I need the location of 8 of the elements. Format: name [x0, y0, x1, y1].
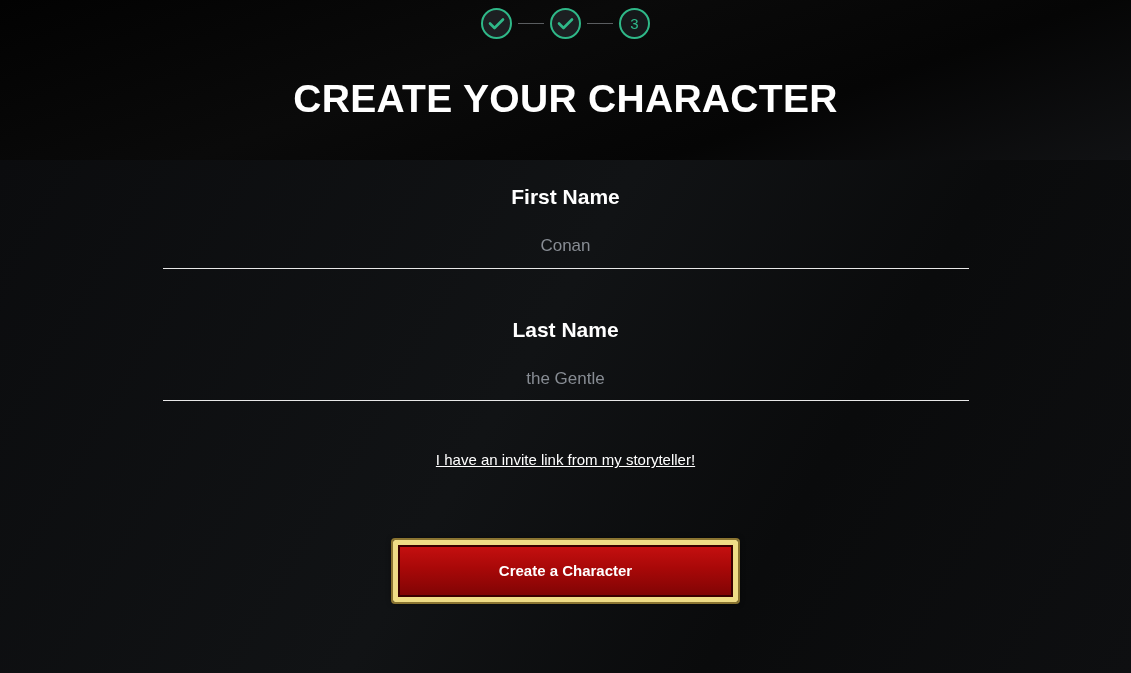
invite-link[interactable]: I have an invite link from my storyteller!: [435, 449, 696, 472]
name-input-field[interactable]: Conan: [162, 225, 969, 269]
field-label: First Name: [511, 184, 620, 210]
name-input-field[interactable]: the Gentle: [162, 357, 969, 402]
create-character-button[interactable]: Create a Character: [393, 539, 738, 602]
step-number: 3: [619, 8, 650, 39]
field-label: Last Name: [512, 316, 619, 342]
page-title: CREATE YOUR CHARACTER: [293, 76, 838, 118]
